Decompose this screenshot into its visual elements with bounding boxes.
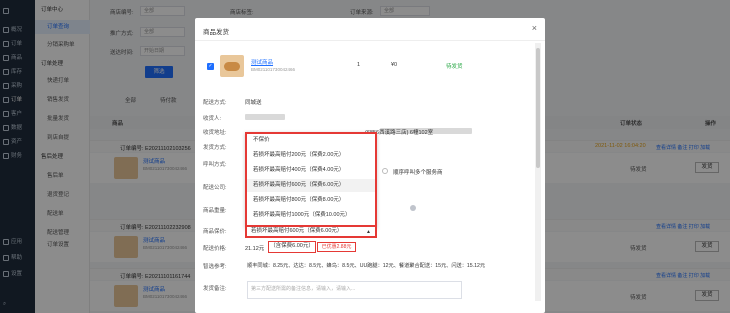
scrollbar-thumb[interactable] (536, 48, 540, 168)
divider (195, 40, 545, 41)
delivery-method-label: 配送方式: (203, 100, 227, 106)
dialog-title: 商品发货 (203, 29, 229, 36)
product-thumbnail (220, 55, 244, 77)
insure-select-value: 若损坏最高赔付600元（保费6.00元） (251, 228, 343, 234)
product-checkbox[interactable]: ✓ (207, 63, 214, 70)
ship-goods-dialog: 商品发货 × ✓ 测试商品 BM021101730042466 1 ¥0 待发货… (195, 18, 545, 313)
food-image (224, 62, 240, 71)
insure-option[interactable]: 若损坏最高赔付200元（保费2.00元） (247, 149, 375, 162)
insure-option[interactable]: 若损坏最高赔付1000元（保费10.00元） (247, 209, 375, 222)
price-value: 21.12元 (245, 246, 265, 252)
insure-option[interactable]: 不保价 (247, 134, 375, 147)
receiver-blurred (245, 114, 285, 120)
call-method-label: 呼叫方式: (203, 162, 227, 168)
radio-button[interactable] (382, 168, 388, 174)
delivery-method-value: 同城送 (245, 100, 262, 106)
insure-option[interactable]: 若损坏最高赔付800元（保费8.00元） (247, 194, 375, 207)
info-icon (410, 205, 416, 211)
insure-select[interactable]: 若损坏最高赔付600元（保费6.00元） ▲ (245, 225, 377, 238)
insure-option[interactable]: 若损坏最高赔付400元（保费4.00元） (247, 164, 375, 177)
product-price: ¥0 (391, 62, 398, 68)
address-label: 收货地址: (203, 130, 227, 136)
weight-label: 商品重量: (203, 208, 227, 214)
product-name[interactable]: 测试商品 (251, 58, 273, 66)
reference-label: 智选参考: (203, 264, 227, 270)
price-label: 配送价格: (203, 246, 227, 252)
discount-badge: 已优惠2.88元 (317, 242, 356, 252)
product-sku: BM021101730042466 (251, 67, 295, 72)
receiver-label: 收货人: (203, 116, 222, 122)
product-quantity: 1 (357, 62, 361, 68)
company-label: 配送公司: (203, 185, 227, 191)
price-insure-note: （含保费6.00元） (268, 241, 316, 253)
insure-label: 商品保价: (203, 229, 227, 235)
caret-up-icon: ▲ (366, 229, 371, 235)
reference-value: 顺丰同城：8.25元、达达：8.5元、蜂鸟：8.5元、UU跑腿：12元、餐道聚合… (247, 263, 486, 269)
ship-method-label: 发货方式: (203, 145, 227, 151)
call-option-label: 顺序呼叫多个服务商 (393, 170, 443, 176)
insure-option-selected[interactable]: 若损坏最高赔付600元（保费6.00元） (247, 179, 375, 192)
close-icon[interactable]: × (532, 23, 537, 33)
insure-dropdown-menu: 不保价 若损坏最高赔付200元（保费2.00元） 若损坏最高赔付400元（保费4… (245, 132, 377, 228)
remark-input[interactable]: 第三方配送所需的备注信息，请输入，请输入... (247, 281, 462, 299)
product-status: 待发货 (446, 64, 463, 70)
remark-label: 发货备注: (203, 286, 227, 292)
